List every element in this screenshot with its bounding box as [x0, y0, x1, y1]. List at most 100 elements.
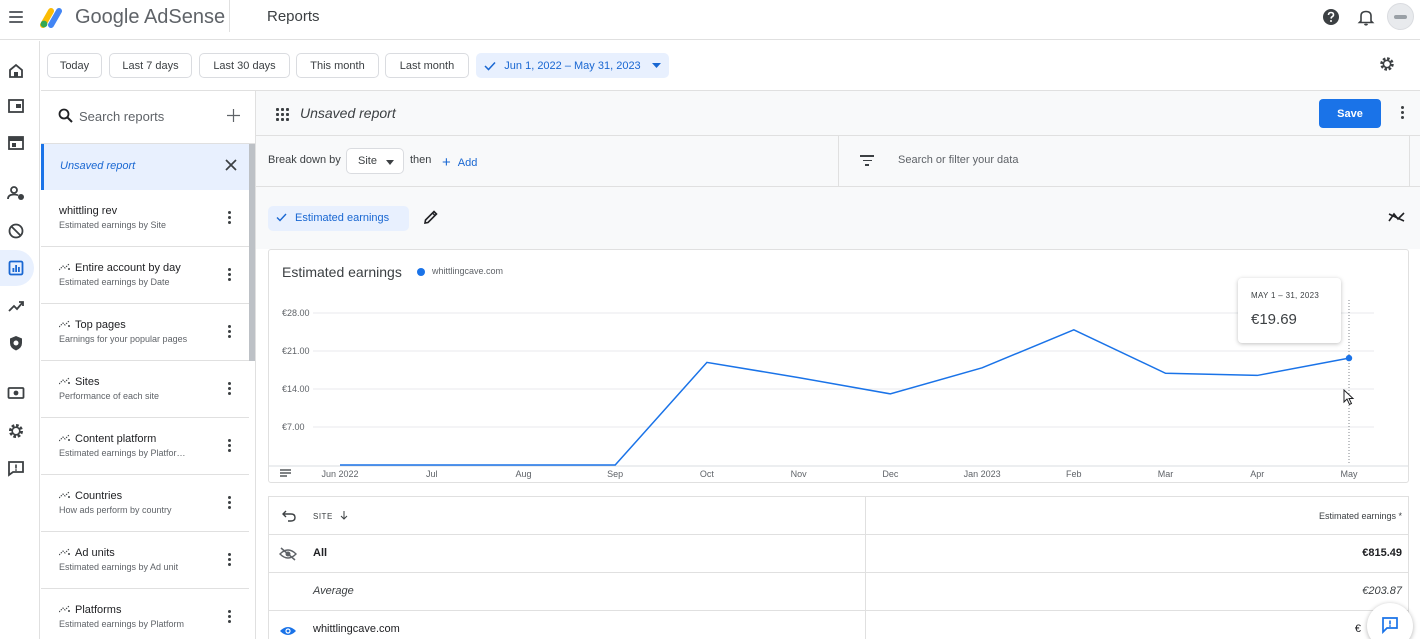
visibility-icon[interactable]: [279, 625, 297, 637]
table-row-site[interactable]: whittlingcave.com €: [269, 611, 1408, 639]
nav-rail: [0, 41, 40, 639]
payments-icon[interactable]: [6, 383, 26, 403]
chevron-down-icon: [386, 160, 394, 165]
menu-icon[interactable]: [9, 11, 23, 23]
reports-sidebar: Search reports Unsaved report whittling …: [41, 91, 256, 639]
add-report-icon[interactable]: [227, 109, 240, 122]
report-table: SITE Estimated earnings * All €815.49 Av…: [268, 496, 1409, 639]
search-icon: [58, 108, 73, 123]
search-input[interactable]: Search reports: [79, 109, 164, 124]
filter-input[interactable]: Search or filter your data: [898, 154, 1018, 166]
account-avatar[interactable]: [1387, 3, 1414, 30]
report-item-whittling-rev[interactable]: whittling rev Estimated earnings by Site: [41, 190, 249, 247]
sidebar-scrollbar[interactable]: [249, 144, 255, 361]
report-item-subtitle: Estimated earnings by Platform: [59, 619, 185, 629]
check-icon: [484, 61, 496, 71]
date-chip-last-30-days[interactable]: Last 30 days: [199, 53, 290, 78]
breakdown-dropdown[interactable]: Site: [346, 148, 404, 174]
close-icon[interactable]: [224, 158, 238, 172]
earnings-chart: Estimated earnings whittlingcave.com €28…: [268, 249, 1409, 483]
x-tick-label: Dec: [882, 469, 899, 479]
table-cell-label: Average: [313, 585, 354, 597]
report-title[interactable]: Unsaved report: [300, 105, 396, 121]
ads-icon[interactable]: [6, 133, 26, 153]
privacy-messaging-icon[interactable]: [6, 183, 26, 203]
tooltip-value: €19.69: [1251, 311, 1297, 328]
check-icon: [276, 213, 287, 222]
report-item-title: Entire account by day: [75, 262, 181, 274]
sparkle-icon: [59, 377, 70, 385]
metric-chip-estimated-earnings[interactable]: Estimated earnings: [268, 206, 409, 231]
report-item-ad-units[interactable]: Ad units Estimated earnings by Ad unit: [41, 532, 249, 589]
sites-icon[interactable]: [6, 96, 26, 116]
more-options-icon[interactable]: [228, 211, 232, 225]
column-header-site[interactable]: SITE: [313, 511, 348, 521]
report-item-subtitle: Earnings for your popular pages: [59, 334, 188, 344]
metric-chip-label: Estimated earnings: [295, 212, 390, 224]
undo-icon[interactable]: [282, 510, 296, 522]
more-options-icon[interactable]: [228, 610, 232, 624]
feedback-icon: [1382, 617, 1398, 634]
report-item-top-pages[interactable]: Top pages Earnings for your popular page…: [41, 304, 249, 361]
divider: [838, 136, 839, 187]
report-item-content-platform[interactable]: Content platform Estimated earnings by P…: [41, 418, 249, 475]
report-item-entire-account-by-day[interactable]: Entire account by day Estimated earnings…: [41, 247, 249, 304]
blocking-controls-icon[interactable]: [6, 221, 26, 241]
report-item-title: Content platform: [75, 433, 157, 445]
breakdown-bar: Break down by Site then + Add Search or f…: [256, 136, 1420, 187]
date-range-picker[interactable]: Jun 1, 2022 – May 31, 2023: [476, 53, 669, 78]
page-title: Reports: [267, 8, 320, 25]
column-header-estimated-earnings[interactable]: Estimated earnings *: [1319, 511, 1402, 521]
more-options-icon[interactable]: [228, 382, 232, 396]
date-range-bar: Today Last 7 days Last 30 days This mont…: [41, 41, 1420, 91]
report-item-countries[interactable]: Countries How ads perform by country: [41, 475, 249, 532]
more-options-icon[interactable]: [228, 268, 232, 282]
report-item-platforms[interactable]: Platforms Estimated earnings by Platform: [41, 589, 249, 639]
table-header-row: SITE Estimated earnings *: [269, 497, 1408, 535]
more-options-icon[interactable]: [228, 496, 232, 510]
y-tick-label: €21.00: [282, 346, 310, 356]
report-item-sites[interactable]: Sites Performance of each site: [41, 361, 249, 418]
home-icon[interactable]: [6, 61, 26, 81]
save-button[interactable]: Save: [1319, 99, 1381, 128]
data-point[interactable]: [1345, 354, 1353, 362]
visibility-off-icon[interactable]: [279, 547, 297, 561]
edit-icon[interactable]: [423, 209, 439, 225]
table-row-all[interactable]: All €815.49: [269, 535, 1408, 573]
report-item-title: Sites: [75, 376, 100, 388]
then-label: then: [410, 154, 432, 166]
notifications-icon[interactable]: [1356, 7, 1376, 27]
date-chip-last-7-days[interactable]: Last 7 days: [109, 53, 192, 78]
apps-grid-icon[interactable]: [276, 108, 289, 121]
add-breakdown-button[interactable]: + Add: [442, 153, 477, 171]
more-options-icon[interactable]: [228, 325, 232, 339]
x-tick-label: May: [1340, 469, 1358, 479]
mouse-cursor-icon: [1343, 389, 1355, 406]
report-header: Unsaved report Save: [256, 91, 1420, 136]
report-search[interactable]: Search reports: [41, 91, 255, 144]
breakdown-label: Break down by: [268, 154, 341, 166]
reports-icon[interactable]: [6, 258, 26, 278]
date-chip-today[interactable]: Today: [47, 53, 102, 78]
more-options-icon[interactable]: [228, 553, 232, 567]
settings-icon[interactable]: [6, 421, 26, 441]
optimization-icon[interactable]: [6, 296, 26, 316]
top-app-bar: Google AdSense Reports: [0, 0, 1420, 40]
report-item-title: whittling rev: [59, 205, 118, 217]
current-report-item[interactable]: Unsaved report: [41, 144, 249, 190]
report-item-subtitle: How ads perform by country: [59, 505, 172, 515]
series-line[interactable]: [340, 329, 1350, 466]
more-options-icon[interactable]: [1401, 106, 1405, 120]
chart-toggle-icon[interactable]: [1388, 211, 1405, 223]
date-chip-this-month[interactable]: This month: [296, 53, 379, 78]
report-settings-icon[interactable]: [1378, 55, 1396, 73]
help-icon[interactable]: [1321, 7, 1341, 27]
sparkle-icon: [59, 434, 70, 442]
date-chip-last-month[interactable]: Last month: [385, 53, 469, 78]
metric-bar: Estimated earnings: [256, 187, 1420, 249]
filter-icon[interactable]: [860, 155, 874, 166]
more-options-icon[interactable]: [228, 439, 232, 453]
policy-center-icon[interactable]: [6, 333, 26, 353]
x-tick-label: Mar: [1158, 469, 1174, 479]
feedback-icon[interactable]: [6, 458, 26, 478]
